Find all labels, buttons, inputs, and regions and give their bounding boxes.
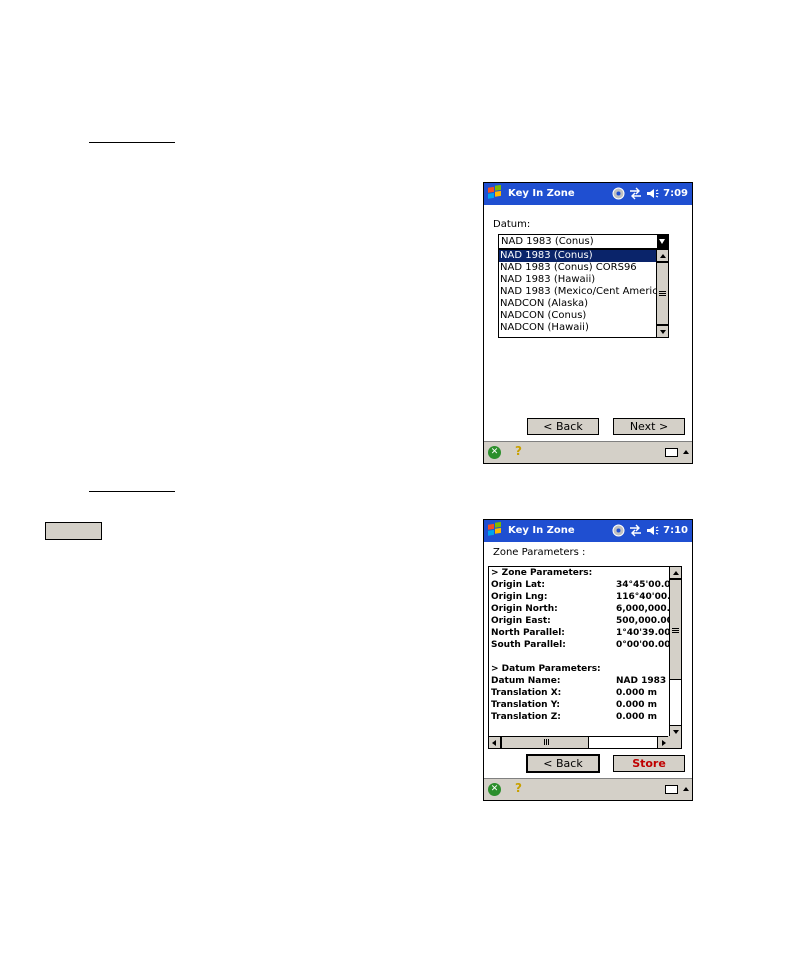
windows-flag-icon[interactable] (486, 522, 504, 540)
param-value: 1°40'39.00 (616, 628, 669, 638)
input-panel-arrow-icon[interactable] (683, 787, 689, 791)
datum-selected-value: NAD 1983 (Conus) (501, 236, 594, 247)
param-name: Origin North: (491, 604, 558, 614)
vertical-scrollbar[interactable] (656, 250, 668, 337)
param-value: 500,000.00 (616, 616, 669, 626)
windows-flag-icon[interactable] (486, 185, 504, 203)
param-name: Translation X: (491, 688, 562, 698)
help-question-icon[interactable]: ? (515, 781, 522, 795)
horizontal-scroll-thumb[interactable] (501, 737, 589, 748)
back-button[interactable]: < Back (527, 418, 599, 435)
speaker-icon[interactable] (646, 187, 659, 200)
speaker-icon[interactable] (646, 524, 659, 537)
param-name: Origin Lat: (491, 580, 545, 590)
vertical-scrollbar[interactable] (669, 567, 681, 737)
datum-combobox[interactable]: NAD 1983 (Conus) (498, 234, 669, 249)
grey-box (45, 522, 102, 540)
next-button[interactable]: Next > (613, 418, 685, 435)
list-item[interactable]: NADCON (Hawaii) (499, 322, 657, 334)
scroll-thumb[interactable] (670, 579, 681, 680)
list-item[interactable]: NAD 1983 (Hawaii) (499, 274, 657, 286)
param-name: North Parallel: (491, 628, 565, 638)
list-item[interactable]: NAD 1983 (Conus) CORS96 (499, 262, 657, 274)
connectivity-icon[interactable] (612, 187, 625, 200)
param-name: Origin East: (491, 616, 551, 626)
scroll-thumb[interactable] (657, 262, 668, 325)
title-bar: Key In Zone 7:09 (484, 183, 692, 205)
store-button[interactable]: Store (613, 755, 685, 772)
help-question-icon[interactable]: ? (515, 444, 522, 458)
param-value: 116°40'00. (616, 592, 669, 602)
param-value: 0.000 m (616, 700, 657, 710)
param-name: Translation Y: (491, 700, 561, 710)
chevron-down-icon[interactable] (657, 235, 668, 248)
clock[interactable]: 7:09 (663, 188, 688, 199)
horizontal-rule-middle (89, 491, 175, 492)
param-name: Translation Z: (491, 712, 561, 722)
param-name: Origin Lng: (491, 592, 548, 602)
close-x-icon[interactable]: ✕ (488, 783, 501, 796)
scroll-up-button[interactable] (657, 250, 668, 262)
list-item[interactable]: NAD 1983 (Conus) (499, 250, 657, 262)
scroll-left-button[interactable] (489, 737, 501, 748)
param-value: 0.000 m (616, 688, 657, 698)
scrollbar-corner (668, 736, 681, 748)
datum-parameters-header: > Datum Parameters: (491, 664, 601, 674)
command-bar: ✕ ? (484, 778, 692, 800)
list-item[interactable]: NADCON (Conus) (499, 310, 657, 322)
horizontal-scrollbar[interactable] (489, 736, 669, 748)
status-area: 7:10 (612, 524, 688, 537)
connectivity-icon[interactable] (612, 524, 625, 537)
title-bar: Key In Zone 7:10 (484, 520, 692, 542)
datum-label: Datum: (493, 219, 531, 230)
param-value: 6,000,000.0 (616, 604, 669, 614)
scroll-up-button[interactable] (670, 567, 681, 579)
param-value: 0°00'00.00 (616, 640, 669, 650)
scroll-down-button[interactable] (657, 325, 668, 337)
horizontal-rule-top (89, 142, 175, 143)
list-item[interactable]: NAD 1983 (Mexico/Cent America) (499, 286, 657, 298)
param-value: 34°45'00.0 (616, 580, 669, 590)
sync-arrows-icon[interactable] (629, 524, 642, 537)
window-title: Key In Zone (508, 188, 575, 199)
close-x-icon[interactable]: ✕ (488, 446, 501, 459)
clock[interactable]: 7:10 (663, 525, 688, 536)
param-value: NAD 1983 ( (616, 676, 669, 686)
status-area: 7:09 (612, 187, 688, 200)
input-panel-arrow-icon[interactable] (683, 450, 689, 454)
zone-parameters-header: > Zone Parameters: (491, 568, 593, 578)
back-button[interactable]: < Back (526, 754, 600, 773)
zone-parameters-label: Zone Parameters : (493, 547, 586, 558)
list-item[interactable]: NADCON (Alaska) (499, 298, 657, 310)
window-title: Key In Zone (508, 525, 575, 536)
keyboard-icon[interactable] (665, 448, 678, 457)
screen-datum-select: Key In Zone 7:09 Datum: NAD 1983 (Conus)… (483, 182, 693, 464)
command-bar: ✕ ? (484, 441, 692, 463)
screen-zone-parameters: Key In Zone 7:10 Zone Parameters : > Zon… (483, 519, 693, 801)
keyboard-icon[interactable] (665, 785, 678, 794)
param-name: South Parallel: (491, 640, 566, 650)
param-name: Datum Name: (491, 676, 561, 686)
datum-dropdown-list[interactable]: NAD 1983 (Conus) NAD 1983 (Conus) CORS96… (498, 249, 669, 338)
parameters-panel[interactable]: > Zone Parameters: Origin Lat: 34°45'00.… (488, 566, 682, 749)
sync-arrows-icon[interactable] (629, 187, 642, 200)
param-value: 0.000 m (616, 712, 657, 722)
